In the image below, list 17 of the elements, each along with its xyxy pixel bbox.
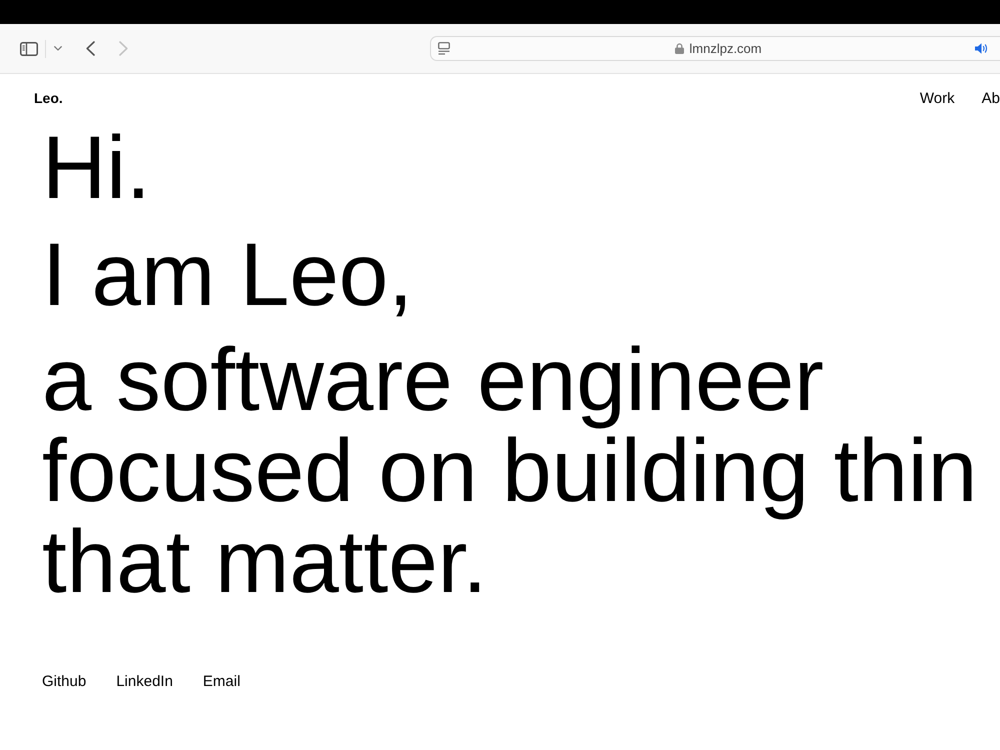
chevron-down-icon[interactable] [54,46,62,51]
address-bar[interactable]: lmnzlpz.com [430,36,1000,61]
reader-icon[interactable] [438,42,450,55]
intro-heading: I am Leo, [42,229,414,320]
site-logo[interactable]: Leo. [34,90,63,106]
footer-link[interactable]: Github [42,672,86,692]
nav-link[interactable]: Ab [982,90,1000,106]
footer-link[interactable]: LinkedIn [116,672,173,692]
nav-link[interactable]: Work [920,90,955,106]
sidebar-icon[interactable] [20,42,38,56]
greeting-heading: Hi. [42,122,152,213]
url-text: lmnzlpz.com [689,41,762,56]
footer-link[interactable]: Email [202,672,240,692]
back-icon[interactable] [86,41,95,56]
lock-icon [675,43,684,54]
tagline-text: a software engineer focused on building thin that matter. [42,334,978,607]
speaker-icon[interactable] [975,43,988,54]
